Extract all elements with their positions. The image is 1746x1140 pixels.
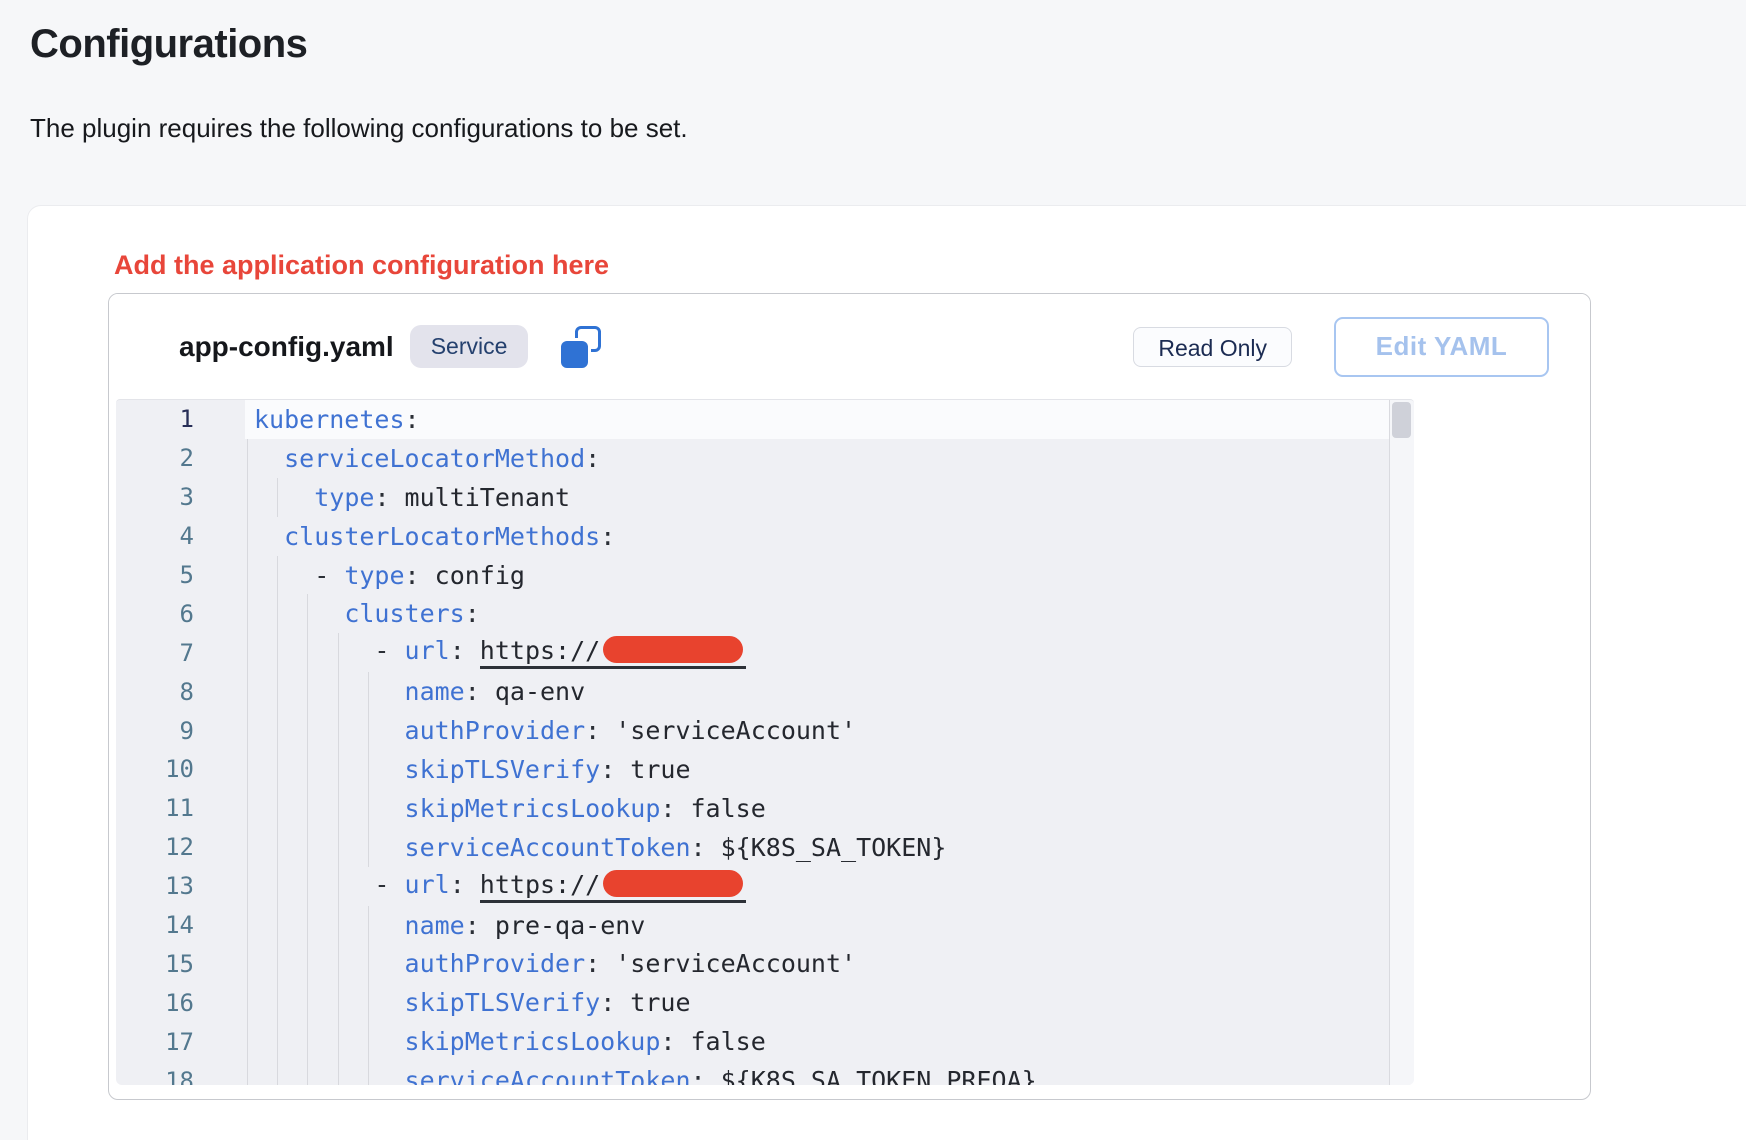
code-line: 16 skipTLSVerify: true [116, 983, 1414, 1022]
code-line: 14 name: pre-qa-env [116, 906, 1414, 945]
line-number: 13 [116, 872, 194, 900]
code-line: 18 serviceAccountToken: ${K8S_SA_TOKEN_P… [116, 1061, 1414, 1085]
code-line-content: skipMetricsLookup: false [245, 1022, 1389, 1061]
read-only-button[interactable]: Read Only [1133, 327, 1292, 367]
code-line: 15 authProvider: 'serviceAccount' [116, 944, 1414, 983]
code-line-content: skipTLSVerify: true [245, 983, 1389, 1022]
code-line-content: authProvider: 'serviceAccount' [245, 944, 1389, 983]
code-line-content: clusterLocatorMethods: [245, 517, 1389, 556]
service-badge: Service [410, 325, 529, 368]
code-line-content: name: pre-qa-env [245, 906, 1389, 945]
copy-icon[interactable] [561, 326, 601, 368]
page-subtitle: The plugin requires the following config… [30, 113, 688, 144]
line-number: 8 [116, 678, 194, 706]
code-line: 12 serviceAccountToken: ${K8S_SA_TOKEN} [116, 828, 1414, 867]
code-line: 6 clusters: [116, 594, 1414, 633]
code-line: 17 skipMetricsLookup: false [116, 1022, 1414, 1061]
code-line: 13 - url: https:// [116, 867, 1414, 906]
line-number: 18 [116, 1067, 194, 1085]
edit-yaml-button[interactable]: Edit YAML [1334, 317, 1549, 377]
code-line-content: skipTLSVerify: true [245, 750, 1389, 789]
code-line: 2 serviceLocatorMethod: [116, 439, 1414, 478]
code-line-content: - url: https:// [245, 867, 1389, 906]
callout-text: Add the application configuration here [114, 250, 609, 281]
code-line-content: - url: https:// [245, 633, 1389, 672]
line-number: 14 [116, 911, 194, 939]
code-line: 5 - type: config [116, 556, 1414, 595]
code-line: 7 - url: https:// [116, 633, 1414, 672]
yaml-editor-panel: app-config.yaml Service Read Only Edit Y… [108, 293, 1591, 1100]
redaction-bar [603, 870, 743, 897]
code-line-content: name: qa-env [245, 672, 1389, 711]
code-editor[interactable]: 1kubernetes:2 serviceLocatorMethod:3 typ… [116, 399, 1414, 1085]
line-number: 11 [116, 794, 194, 822]
configuration-card: Add the application configuration here a… [27, 205, 1746, 1140]
code-line-content: - type: config [245, 556, 1389, 595]
code-line-content: clusters: [245, 594, 1389, 633]
code-lines: 1kubernetes:2 serviceLocatorMethod:3 typ… [116, 400, 1414, 1085]
code-line: 4 clusterLocatorMethods: [116, 517, 1414, 556]
line-number: 10 [116, 755, 194, 783]
line-number: 4 [116, 522, 194, 550]
code-line-content: type: multiTenant [245, 478, 1389, 517]
code-line-content: serviceAccountToken: ${K8S_SA_TOKEN} [245, 828, 1389, 867]
code-line: 9 authProvider: 'serviceAccount' [116, 711, 1414, 750]
line-number: 6 [116, 600, 194, 628]
url-value: https:// [480, 636, 746, 669]
code-line-content: kubernetes: [245, 400, 1389, 439]
line-number: 7 [116, 639, 194, 667]
line-number: 1 [116, 405, 194, 433]
line-number: 12 [116, 833, 194, 861]
redaction-bar [603, 636, 743, 663]
line-number: 2 [116, 444, 194, 472]
scrollbar-thumb[interactable] [1392, 402, 1411, 438]
code-line-content: authProvider: 'serviceAccount' [245, 711, 1389, 750]
code-line: 3 type: multiTenant [116, 478, 1414, 517]
code-line-content: serviceLocatorMethod: [245, 439, 1389, 478]
code-line: 1 kubernetes: [116, 400, 1414, 439]
line-number: 3 [116, 483, 194, 511]
code-line: 8 name: qa-env [116, 672, 1414, 711]
scrollbar[interactable] [1390, 400, 1414, 1085]
copy-icon-front [561, 341, 588, 368]
line-number: 5 [116, 561, 194, 589]
code-line: 11 skipMetricsLookup: false [116, 789, 1414, 828]
code-line: 10 skipTLSVerify: true [116, 750, 1414, 789]
filename-label: app-config.yaml [179, 331, 394, 363]
code-line-content: skipMetricsLookup: false [245, 789, 1389, 828]
line-number: 15 [116, 950, 194, 978]
code-line-content: serviceAccountToken: ${K8S_SA_TOKEN_PREQ… [245, 1061, 1389, 1085]
line-number: 17 [116, 1028, 194, 1056]
url-value: https:// [480, 870, 746, 903]
line-number: 9 [116, 717, 194, 745]
page-title: Configurations [30, 22, 307, 67]
yaml-editor-header: app-config.yaml Service Read Only Edit Y… [109, 294, 1590, 399]
line-number: 16 [116, 989, 194, 1017]
